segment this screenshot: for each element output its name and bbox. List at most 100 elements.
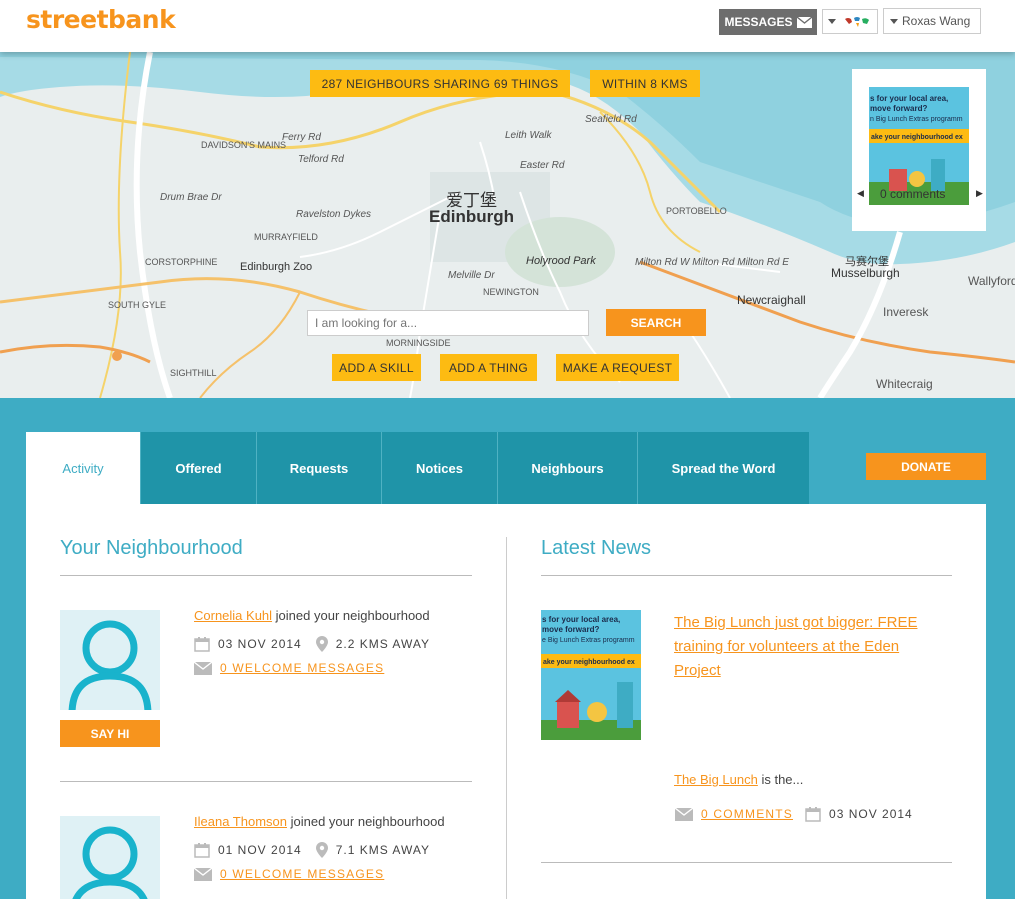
calendar-icon [194,843,210,858]
map-city-name: Edinburgh [429,207,514,226]
streetbank-logo[interactable]: streetbank [26,5,176,34]
svg-text:move forward?: move forward? [870,104,927,113]
calendar-icon [805,807,821,822]
activity-date: 03 NOV 2014 [218,637,302,651]
news-meta: 0 COMMENTS 03 NOV 2014 [675,806,913,822]
svg-text:move forward?: move forward? [542,625,599,634]
map-label-milton: Milton Rd W Milton Rd Milton Rd E [635,257,789,268]
messages-button[interactable]: MESSAGES [719,9,817,35]
chevron-down-icon [890,18,898,24]
news-excerpt-text: is the... [757,772,804,787]
search-input[interactable] [307,310,589,336]
svg-text:s for your local area,: s for your local area, [542,615,620,624]
neighbourhood-title: Your Neighbourhood [60,537,243,559]
svg-text:n Big Lunch Extras programm: n Big Lunch Extras programm [870,116,963,123]
welcome-messages-link[interactable]: 0 WELCOME MESSAGES [220,661,384,675]
carousel-prev-icon[interactable]: ◀ [857,188,864,199]
user-placeholder-icon [68,620,152,710]
add-skill-button[interactable]: ADD A SKILL [332,354,421,381]
map-label-holyrood: Holyrood Park [526,255,596,267]
user-name: Roxas Wang [902,14,971,28]
envelope-icon [194,661,212,675]
world-flag-icon [842,14,872,29]
neighbours-stats-pill: 287 NEIGHBOURS SHARING 69 THINGS [310,70,570,97]
divider [541,575,952,576]
column-divider [506,537,507,899]
news-article-title-link[interactable]: The Big Lunch just got bigger: FREE trai… [674,611,944,683]
map-label-drum-brae: Drum Brae Dr [160,192,222,203]
calendar-icon [194,637,210,652]
activity-meta: 01 NOV 2014 7.1 KMS AWAY [194,842,430,858]
news-excerpt-link[interactable]: The Big Lunch [674,772,758,787]
activity-text: Cornelia Kuhl joined your neighbourhood [194,608,430,623]
news-carousel[interactable]: s for your local area, move forward? n B… [852,69,986,231]
news-comments-link[interactable]: 0 COMMENTS [701,807,793,821]
activity-action: joined your neighbourhood [275,608,430,623]
say-hi-button[interactable]: SAY HI [60,720,160,747]
avatar[interactable] [60,816,160,899]
user-menu-button[interactable]: Roxas Wang [883,8,981,34]
welcome-messages-link[interactable]: 0 WELCOME MESSAGES [220,867,384,881]
map-label-ravelston: Ravelston Dykes [296,209,372,220]
map-label-davidsons: DAVIDSON'S MAINS [201,140,287,150]
svg-text:ake your neighbourhood ex: ake your neighbourhood ex [543,659,635,666]
map-label-whitecraig: Whitecraig [876,377,933,391]
welcome-meta: 0 WELCOME MESSAGES [194,867,384,881]
chevron-down-icon [828,19,836,24]
news-excerpt: The Big Lunch is the... [674,772,803,787]
carousel-next-icon[interactable]: ▶ [976,188,983,199]
donate-button[interactable]: DONATE [866,453,986,480]
tab-activity[interactable]: Activity [26,432,141,504]
location-pin-icon [315,636,328,652]
envelope-icon [796,16,812,28]
top-bar: streetbank MESSAGES Roxas Wang [0,0,1015,52]
map-label-melville: Melville Dr [448,270,495,281]
map-label-inveresk: Inveresk [883,305,929,319]
neighbour-name-link[interactable]: Ileana Thomson [194,814,287,829]
location-pin-icon [315,842,328,858]
tab-bar: Activity Offered Requests Notices Neighb… [26,432,809,504]
neighbourhood-map[interactable]: DAVIDSON'S MAINS MURRAYFIELD CORSTORPHIN… [0,52,1015,398]
map-label-sighthill: SIGHTHILL [170,368,217,378]
activity-date: 01 NOV 2014 [218,843,302,857]
divider [60,781,472,782]
svg-text:s for your local area,: s for your local area, [870,94,948,103]
activity-distance: 2.2 KMS AWAY [335,637,430,651]
search-button[interactable]: SEARCH [606,309,706,336]
map-label-zoo: Edinburgh Zoo [240,261,313,273]
svg-text:ake your neighbourhood ex: ake your neighbourhood ex [871,134,963,141]
user-placeholder-icon [72,826,148,899]
activity-meta: 03 NOV 2014 2.2 KMS AWAY [194,636,430,652]
divider [60,575,472,576]
neighbour-name-link[interactable]: Cornelia Kuhl [194,608,272,623]
news-date: 03 NOV 2014 [829,807,913,821]
map-label-morningside: MORNINGSIDE [386,338,451,348]
envelope-icon [194,867,212,881]
tab-requests[interactable]: Requests [257,432,382,504]
radius-pill[interactable]: WITHIN 8 KMS [590,70,700,97]
map-label-south-gyle: SOUTH GYLE [108,300,167,310]
news-card-comments[interactable]: 0 comments [880,187,945,201]
map-label-seafield: Seafield Rd [585,114,637,125]
tab-neighbours[interactable]: Neighbours [498,432,638,504]
map-label-murrayfield: MURRAYFIELD [254,232,318,242]
map-label-easter-rd: Easter Rd [520,160,565,171]
tab-notices[interactable]: Notices [382,432,498,504]
news-article-image[interactable]: s for your local area, move forward? e B… [541,610,641,740]
latest-news-title: Latest News [541,537,652,559]
make-request-button[interactable]: MAKE A REQUEST [556,354,679,381]
tab-offered[interactable]: Offered [141,432,257,504]
map-label-leith-walk: Leith Walk [505,130,552,141]
map-label-musselburgh: Musselburgh [831,266,900,280]
map-label-telford-rd: Telford Rd [298,154,344,165]
messages-label: MESSAGES [724,15,793,29]
tab-spread-the-word[interactable]: Spread the Word [638,432,809,504]
map-label-corstorphine: CORSTORPHINE [145,257,218,267]
activity-text: Ileana Thomson joined your neighbourhood [194,814,445,829]
map-label-newington: NEWINGTON [483,287,539,297]
add-thing-button[interactable]: ADD A THING [440,354,537,381]
avatar[interactable] [60,610,160,710]
map-label-portobello: PORTOBELLO [666,206,727,216]
language-selector[interactable] [822,9,878,34]
map-label-ferry-rd: Ferry Rd [282,132,321,143]
